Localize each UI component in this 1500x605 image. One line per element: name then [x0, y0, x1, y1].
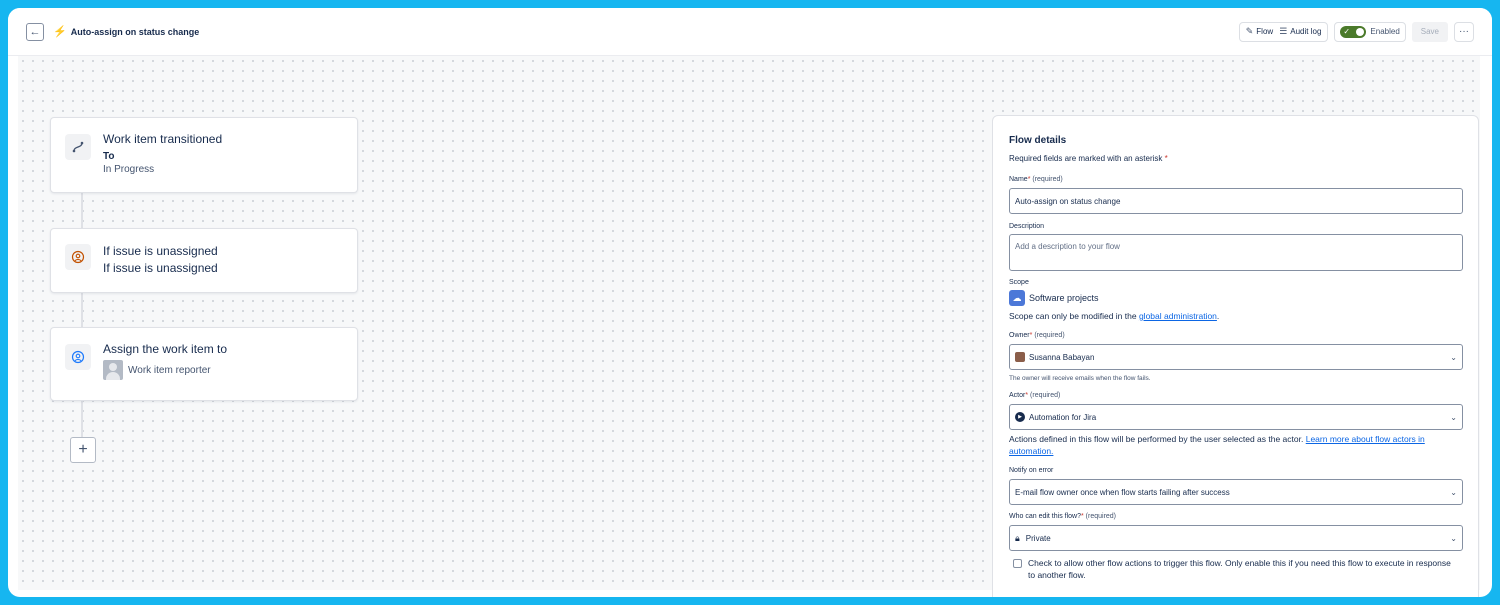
scope-label: Scope	[1009, 279, 1029, 286]
actor-note: Actions defined in this flow will be per…	[1009, 434, 1425, 456]
view-switcher: ✎ Flow ☰ Audit log	[1238, 21, 1329, 42]
owner-select[interactable]: Susanna Babayan ⌄	[1009, 344, 1463, 370]
allow-trigger-row: Check to allow other flow actions to tri…	[1013, 557, 1453, 581]
toggle-knob	[1356, 27, 1365, 36]
actor-value: Automation for Jira	[1029, 412, 1097, 422]
edit-permission-select[interactable]: 🔒︎ Private ⌄	[1009, 525, 1463, 551]
condition-node[interactable]: If issue is unassigned If issue is unass…	[50, 228, 358, 293]
chevron-down-icon: ⌄	[1450, 412, 1457, 422]
more-actions-button[interactable]: ···	[1454, 21, 1474, 42]
flow-title: Auto-assign on status change	[70, 26, 200, 37]
owner-label: Owner* (required)	[1009, 332, 1065, 339]
global-admin-link[interactable]: global administration	[1139, 311, 1217, 321]
description-placeholder: Add a description to your flow	[1015, 242, 1120, 251]
actor-label: Actor* (required)	[1009, 392, 1061, 399]
trigger-status: In Progress	[103, 164, 155, 175]
lock-icon: 🔒︎	[1015, 532, 1020, 543]
edit-permission-label: Who can edit this flow?* (required)	[1009, 513, 1117, 520]
notify-select[interactable]: E-mail flow owner once when flow starts …	[1009, 479, 1463, 505]
name-label: Name* (required)	[1009, 176, 1063, 183]
tab-flow-label: Flow	[1256, 27, 1274, 36]
top-bar: ← ⚡ Auto-assign on status change ✎ Flow …	[8, 8, 1492, 56]
list-icon: ☰	[1279, 26, 1288, 36]
enabled-label: Enabled	[1370, 27, 1400, 36]
condition-line-1: If issue is unassigned	[103, 244, 218, 258]
name-field[interactable]: Auto-assign on status change	[1009, 188, 1463, 214]
actor-select[interactable]: ▶ Automation for Jira ⌄	[1009, 404, 1463, 430]
scope-value: ☁ Software projects	[1009, 290, 1099, 306]
tab-flow[interactable]: ✎ Flow	[1242, 23, 1277, 40]
trigger-content: Work item transitioned To In Progress	[103, 132, 222, 175]
edit-icon: ✎	[1245, 26, 1254, 36]
scope-note: Scope can only be modified in the global…	[1009, 311, 1220, 321]
flow-details-panel: Flow details Required fields are marked …	[992, 115, 1479, 597]
trigger-sub-label: To	[103, 151, 115, 162]
automation-icon: ▶	[1015, 412, 1025, 422]
owner-avatar	[1015, 352, 1025, 362]
condition-content: If issue is unassigned If issue is unass…	[103, 244, 218, 275]
owner-value: Susanna Babayan	[1029, 352, 1095, 362]
trigger-title: Work item transitioned	[103, 132, 223, 146]
connector-line	[81, 400, 83, 437]
description-field[interactable]: Add a description to your flow	[1009, 234, 1463, 271]
lightning-icon: ⚡	[53, 26, 67, 38]
chevron-down-icon: ⌄	[1450, 352, 1457, 362]
allow-trigger-label: Check to allow other flow actions to tri…	[1028, 558, 1451, 580]
owner-helper: The owner will receive emails when the f…	[1009, 375, 1151, 382]
add-step-button[interactable]: +	[70, 437, 96, 463]
action-target-label: Work item reporter	[128, 364, 211, 376]
action-title: Assign the work item to	[103, 342, 228, 356]
connector-line	[81, 293, 83, 328]
action-node[interactable]: Assign the work item to Work item report…	[50, 327, 358, 401]
name-value: Auto-assign on status change	[1015, 196, 1121, 206]
app-frame: ← ⚡ Auto-assign on status change ✎ Flow …	[8, 8, 1492, 597]
scope-text: Software projects	[1029, 293, 1099, 303]
arrow-left-icon: ←	[29, 25, 41, 38]
action-target: Work item reporter	[103, 360, 227, 380]
required-note: Required fields are marked with an aster…	[1009, 154, 1168, 163]
flow-canvas: Work item transitioned To In Progress If…	[18, 56, 1480, 597]
back-button[interactable]: ←	[26, 22, 44, 41]
header-actions: ✎ Flow ☰ Audit log ✓ Enabled Save ···	[1238, 21, 1474, 42]
notify-value: E-mail flow owner once when flow starts …	[1015, 487, 1230, 497]
save-button[interactable]: Save	[1411, 21, 1448, 42]
avatar	[103, 360, 123, 380]
connector-line	[81, 192, 83, 228]
enabled-toggle-group: ✓ Enabled	[1334, 21, 1406, 42]
description-label: Description	[1009, 223, 1045, 230]
action-content: Assign the work item to Work item report…	[103, 342, 227, 380]
chevron-down-icon: ⌄	[1450, 533, 1457, 543]
tab-audit-label: Audit log	[1290, 27, 1322, 36]
edit-permission-value: Private	[1025, 533, 1051, 543]
tab-audit-log[interactable]: ☰ Audit log	[1276, 24, 1324, 40]
user-assign-icon	[65, 344, 91, 370]
panel-title: Flow details	[1009, 135, 1067, 146]
cloud-icon: ☁	[1009, 290, 1025, 306]
allow-trigger-checkbox[interactable]	[1013, 559, 1022, 568]
condition-line-2: If issue is unassigned	[103, 261, 218, 275]
user-condition-icon	[65, 244, 91, 270]
check-icon: ✓	[1343, 26, 1351, 36]
transition-icon	[65, 134, 91, 160]
chevron-down-icon: ⌄	[1450, 487, 1457, 497]
trigger-node[interactable]: Work item transitioned To In Progress	[50, 117, 358, 193]
enabled-toggle[interactable]: ✓	[1340, 25, 1367, 38]
notify-label: Notify on error	[1009, 467, 1054, 474]
